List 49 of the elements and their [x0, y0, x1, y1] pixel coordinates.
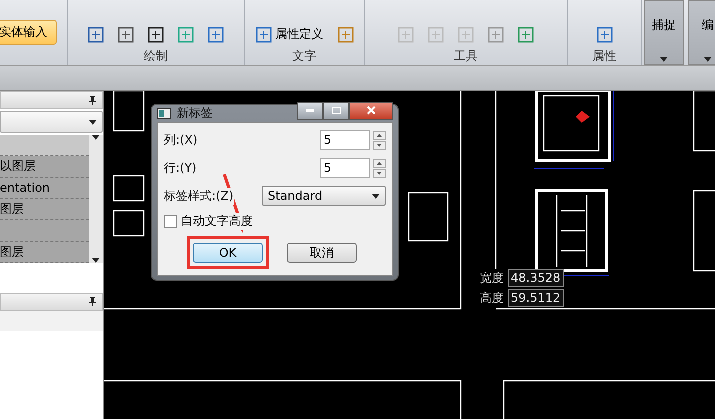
minimize-icon — [306, 109, 314, 112]
checkbox-label: 自动文字高度 — [181, 213, 253, 230]
pin-icon[interactable] — [89, 297, 96, 306]
maximize-button[interactable] — [323, 102, 349, 120]
dropdown-arrow-icon — [89, 120, 97, 124]
close-icon — [366, 106, 376, 115]
number-field[interactable]: 5 — [320, 130, 370, 150]
group-label: 文字 — [292, 49, 316, 65]
field-label: 行:(Y) — [164, 160, 197, 176]
tool-icon[interactable] — [118, 27, 134, 43]
dimension-label: 宽度 — [480, 270, 504, 286]
caret-icon — [660, 57, 668, 62]
spin-down-button[interactable] — [373, 168, 386, 178]
scrollbar[interactable] — [89, 135, 103, 263]
dialog-button[interactable]: OK — [193, 243, 263, 263]
up-triangle-icon — [377, 162, 382, 164]
checkbox[interactable] — [164, 215, 177, 228]
pin-icon[interactable] — [89, 96, 96, 104]
dialog-title: 新标签 — [177, 105, 214, 122]
up-triangle-icon — [377, 134, 382, 136]
minimize-button[interactable] — [297, 102, 323, 120]
style-dropdown[interactable]: Standard — [262, 186, 386, 206]
spin-up-button[interactable] — [373, 130, 386, 140]
number-field[interactable]: 5 — [320, 158, 370, 178]
entity-input-button[interactable]: 实体输入 — [0, 20, 56, 45]
ribbon-button[interactable]: 捕捉 — [644, 0, 684, 65]
scroll-down-icon — [92, 258, 100, 263]
group-label: 工具 — [454, 49, 478, 65]
spin-down-button[interactable] — [373, 140, 386, 150]
group-label: 绘制 — [144, 49, 168, 65]
tool-icon[interactable] — [148, 27, 164, 43]
attribute-define-button[interactable]: 属性定义 — [256, 26, 324, 43]
down-triangle-icon — [377, 144, 382, 146]
dimension-label: 高度 — [480, 290, 504, 306]
window-icon — [157, 108, 171, 119]
ribbon-button[interactable]: 编 — [688, 0, 715, 65]
dimension-value: 59.5112 — [508, 289, 564, 307]
scroll-up-icon — [92, 135, 100, 140]
dialog-button[interactable]: 取消 — [287, 243, 357, 263]
dimension-value: 48.3528 — [508, 269, 564, 287]
maximize-icon — [332, 107, 340, 114]
down-triangle-icon — [377, 172, 382, 174]
field-label: 标签样式:(Z) — [164, 188, 234, 204]
caret-icon — [704, 57, 712, 62]
dropdown-arrow-icon — [372, 194, 380, 198]
field-label: 列:(X) — [164, 132, 198, 148]
group-label: 属性 — [592, 49, 616, 65]
close-button[interactable] — [349, 102, 393, 120]
spin-up-button[interactable] — [373, 158, 386, 168]
